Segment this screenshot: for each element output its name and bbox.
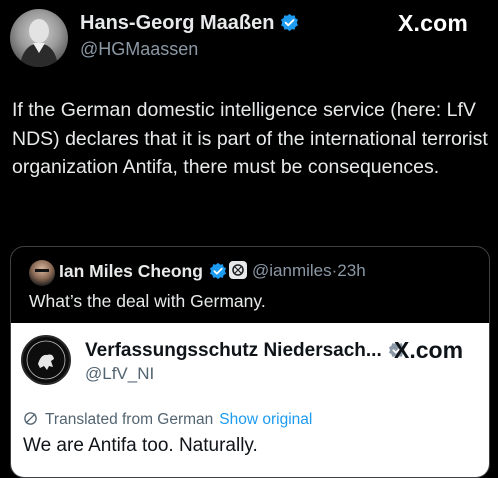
x-com-watermark: X.com [398, 10, 469, 36]
author-avatar[interactable] [10, 9, 68, 67]
embedded-screenshot[interactable]: Verfassungsschutz Niedersach... @LfV_NI … [11, 323, 489, 477]
quoted-author-name-text: Ian Miles Cheong [59, 261, 203, 281]
author-handle[interactable]: @HGMaassen [80, 39, 198, 60]
quoted-handle[interactable]: @ianmiles [252, 261, 332, 280]
quoted-author-avatar[interactable] [29, 260, 55, 286]
embedded-author-name-text: Verfassungsschutz Niedersach... [85, 340, 382, 361]
quoted-post-text: What’s the deal with Germany. [29, 291, 266, 311]
affiliation-badge-icon[interactable] [229, 261, 247, 279]
embedded-handle: @LfV_NI [85, 364, 155, 383]
globe-translate-icon [23, 411, 45, 428]
avatar-portrait-icon [20, 19, 58, 67]
quoted-post[interactable]: Ian Miles Cheong @ianmiles·23h What’s th… [10, 246, 490, 478]
quoted-author-name[interactable]: Ian Miles Cheong [59, 261, 227, 285]
embedded-post-text: We are Antifa too. Naturally. [23, 435, 258, 456]
embedded-author-name: Verfassungsschutz Niedersach... [85, 340, 406, 365]
show-original-link[interactable]: Show original [219, 411, 312, 428]
verified-badge-icon [209, 262, 227, 285]
avatar-face-icon [35, 269, 49, 272]
embedded-x-com-watermark: X.com [394, 337, 464, 363]
verified-badge-icon [280, 13, 299, 38]
post-text: If the German domestic intelligence serv… [12, 99, 488, 178]
lfv-logo-icon [21, 335, 71, 385]
quoted-meta: @ianmiles·23h [229, 261, 366, 281]
translation-row: Translated from German Show original [23, 411, 312, 429]
translated-label: Translated from German [45, 411, 214, 428]
quoted-time[interactable]: 23h [337, 261, 365, 280]
author-name-text: Hans-Georg Maaßen [80, 12, 275, 34]
author-name[interactable]: Hans-Georg Maaßen [80, 12, 299, 38]
